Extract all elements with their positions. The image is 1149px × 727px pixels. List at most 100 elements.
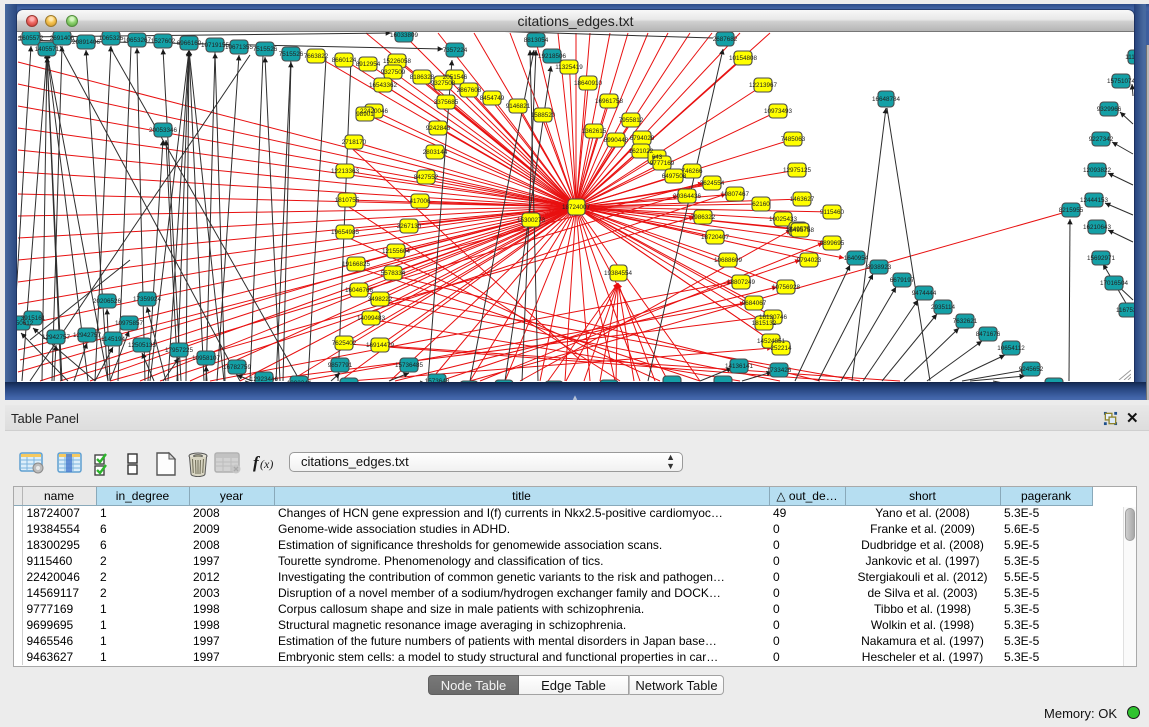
svg-text:19166825: 19166825 (342, 261, 371, 268)
svg-text:1815132: 1815132 (752, 320, 777, 327)
svg-text:6679197: 6679197 (890, 277, 915, 284)
svg-text:1573648: 1573648 (425, 378, 450, 382)
svg-text:20053346: 20053346 (149, 127, 178, 134)
svg-text:1463627: 1463627 (790, 196, 815, 203)
svg-text:(x): (x) (260, 457, 273, 471)
svg-text:9242848: 9242848 (426, 125, 451, 132)
svg-text:7663822: 7663822 (304, 53, 329, 60)
svg-text:15226058: 15226058 (383, 58, 412, 65)
svg-text:15495758: 15495758 (786, 227, 815, 234)
svg-text:15751074: 15751074 (1107, 78, 1134, 85)
svg-text:7955812: 7955812 (619, 117, 644, 124)
svg-text:9777169: 9777169 (650, 160, 675, 167)
svg-text:1605572: 1605572 (19, 35, 44, 42)
svg-text:15692971: 15692971 (1087, 255, 1116, 262)
svg-text:6794028: 6794028 (630, 135, 655, 142)
svg-text:1527602: 1527602 (151, 38, 176, 45)
svg-text:3498222: 3498222 (368, 296, 393, 303)
svg-text:2687682: 2687682 (713, 36, 738, 43)
svg-text:9474444: 9474444 (912, 290, 937, 297)
svg-text:2718170: 2718170 (342, 139, 367, 146)
svg-text:16033809: 16033809 (390, 32, 419, 39)
svg-text:12975125: 12975125 (783, 167, 812, 174)
svg-text:7625402: 7625402 (332, 340, 357, 347)
svg-text:10671355: 10671355 (225, 44, 254, 51)
svg-text:3624554: 3624554 (700, 180, 725, 187)
svg-text:9227342: 9227342 (1089, 136, 1114, 143)
svg-text:18724007: 18724007 (562, 204, 591, 211)
svg-text:10973493: 10973493 (764, 108, 793, 115)
svg-text:9115460: 9115460 (820, 209, 845, 216)
svg-text:15736485: 15736485 (395, 362, 424, 369)
svg-text:12942757: 12942757 (42, 334, 71, 341)
svg-text:10975857: 10975857 (115, 320, 144, 327)
svg-text:1733426: 1733426 (767, 367, 792, 374)
svg-text:7986322: 7986322 (691, 214, 716, 221)
svg-text:10688609: 10688609 (714, 257, 743, 264)
svg-text:8938923: 8938923 (867, 264, 892, 271)
svg-text:19384554: 19384554 (604, 270, 633, 277)
svg-text:16543362: 16543362 (369, 82, 398, 89)
svg-text:9146821: 9146821 (506, 103, 531, 110)
svg-text:19218506: 19218506 (538, 53, 567, 60)
svg-text:11325419: 11325419 (555, 64, 583, 71)
svg-text:1292344: 1292344 (287, 380, 312, 382)
svg-text:62160: 62160 (752, 201, 770, 208)
svg-text:7485063: 7485063 (781, 136, 806, 143)
svg-text:18807249: 18807249 (727, 279, 756, 286)
svg-text:8990448: 8990448 (604, 137, 629, 144)
svg-text:9857791: 9857791 (328, 362, 353, 369)
svg-text:10025433: 10025433 (769, 216, 798, 223)
svg-text:6899695: 6899695 (820, 240, 845, 247)
svg-text:12155604: 12155604 (382, 248, 411, 255)
svg-text:16961758: 16961758 (595, 98, 624, 105)
svg-text:7515526: 7515526 (253, 46, 278, 53)
svg-text:20364436: 20364436 (673, 193, 702, 200)
svg-text:252214: 252214 (770, 345, 792, 352)
svg-text:1810755: 1810755 (335, 197, 360, 204)
svg-text:10154808: 10154808 (729, 55, 758, 62)
svg-text:12444153: 12444153 (1080, 197, 1109, 204)
svg-text:9329966: 9329966 (1097, 106, 1122, 113)
svg-text:8215955: 8215955 (1059, 207, 1084, 214)
svg-text:8427552: 8427552 (414, 174, 439, 181)
svg-text:1145194: 1145194 (101, 336, 126, 343)
svg-text:2867608: 2867608 (457, 87, 482, 94)
svg-text:10654112: 10654112 (997, 345, 1025, 352)
svg-text:17016504: 17016504 (1100, 280, 1129, 287)
svg-text:7357224: 7357224 (443, 47, 468, 54)
svg-text:10807467: 10807467 (721, 191, 750, 198)
svg-text:1065326: 1065326 (99, 35, 124, 42)
svg-text:6966160: 6966160 (177, 40, 202, 47)
svg-text:9684067: 9684067 (742, 300, 767, 307)
svg-text:16648784: 16648784 (872, 96, 901, 103)
svg-text:2935114: 2935114 (931, 304, 956, 311)
svg-text:15300273: 15300273 (517, 217, 546, 224)
svg-text:12213967: 12213967 (749, 82, 778, 89)
svg-text:10756928: 10756928 (772, 284, 801, 291)
svg-text:8660124: 8660124 (332, 57, 357, 64)
svg-text:9794023: 9794023 (797, 257, 822, 264)
svg-text:12093822: 12093822 (1083, 167, 1112, 174)
svg-text:1640954: 1640954 (844, 255, 869, 262)
svg-text:20206526: 20206526 (93, 298, 122, 305)
svg-text:417006: 417006 (409, 198, 431, 205)
svg-text:1405571: 1405571 (35, 46, 60, 53)
svg-text:1112753: 1112753 (1125, 54, 1134, 61)
svg-text:14524851: 14524851 (757, 338, 786, 345)
svg-text:8454749: 8454749 (480, 95, 505, 102)
svg-text:16782759: 16782759 (223, 364, 252, 371)
svg-text:10653267: 10653267 (123, 37, 152, 44)
svg-text:6497508: 6497508 (662, 173, 687, 180)
svg-text:12505135: 12505135 (128, 342, 157, 349)
svg-text:18640910: 18640910 (574, 80, 603, 87)
svg-text:12213363: 12213363 (331, 168, 360, 175)
svg-text:16210643: 16210643 (1083, 224, 1112, 231)
svg-text:5578334: 5578334 (381, 270, 406, 277)
svg-text:9327509: 9327509 (381, 69, 406, 76)
svg-text:12942757: 12942757 (73, 332, 102, 339)
svg-text:1621022: 1621022 (629, 148, 654, 155)
svg-text:3915161: 3915161 (21, 315, 46, 322)
svg-text:20891406: 20891406 (72, 39, 101, 46)
svg-text:8471676: 8471676 (976, 331, 1001, 338)
